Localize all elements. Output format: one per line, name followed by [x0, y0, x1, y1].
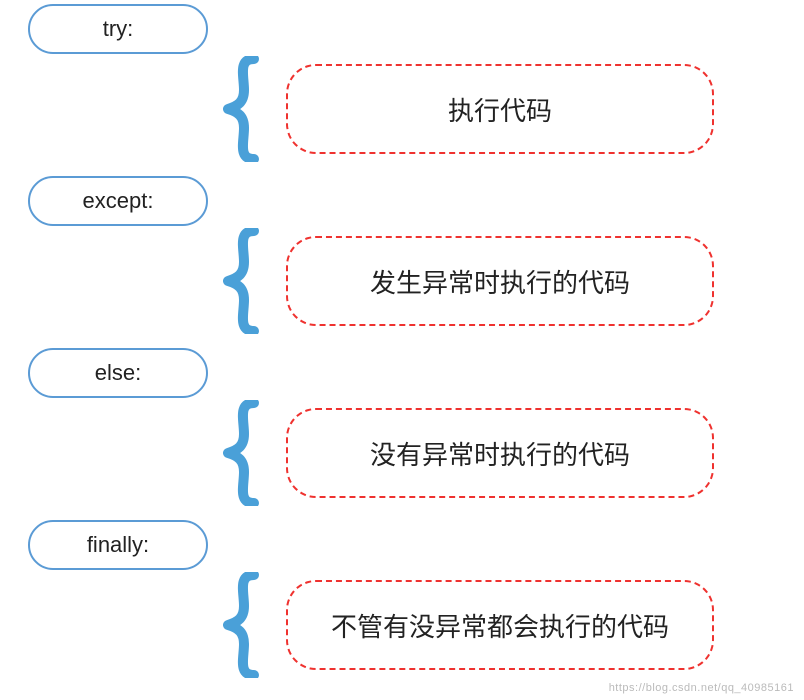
keyword-label: try: [103, 16, 134, 42]
desc-label: 发生异常时执行的代码 [370, 263, 630, 300]
desc-pill-finally: 不管有没异常都会执行的代码 [286, 580, 714, 670]
block-finally: finally: 不管有没异常都会执行的代码 [0, 516, 804, 688]
keyword-pill-except: except: [28, 176, 208, 226]
keyword-label: finally: [87, 532, 149, 558]
desc-label: 没有异常时执行的代码 [370, 435, 630, 472]
desc-pill-else: 没有异常时执行的代码 [286, 408, 714, 498]
brace-icon [220, 400, 260, 506]
brace-icon [220, 572, 260, 678]
desc-label: 不管有没异常都会执行的代码 [331, 607, 669, 644]
keyword-pill-finally: finally: [28, 520, 208, 570]
block-try: try: 执行代码 [0, 0, 804, 172]
keyword-pill-try: try: [28, 4, 208, 54]
block-else: else: 没有异常时执行的代码 [0, 344, 804, 516]
brace-icon [220, 56, 260, 162]
block-except: except: 发生异常时执行的代码 [0, 172, 804, 344]
desc-pill-try: 执行代码 [286, 64, 714, 154]
keyword-pill-else: else: [28, 348, 208, 398]
desc-label: 执行代码 [448, 91, 552, 128]
watermark-text: https://blog.csdn.net/qq_40985161 [609, 682, 794, 694]
keyword-label: except: [83, 188, 154, 214]
brace-icon [220, 228, 260, 334]
desc-pill-except: 发生异常时执行的代码 [286, 236, 714, 326]
keyword-label: else: [95, 360, 141, 386]
